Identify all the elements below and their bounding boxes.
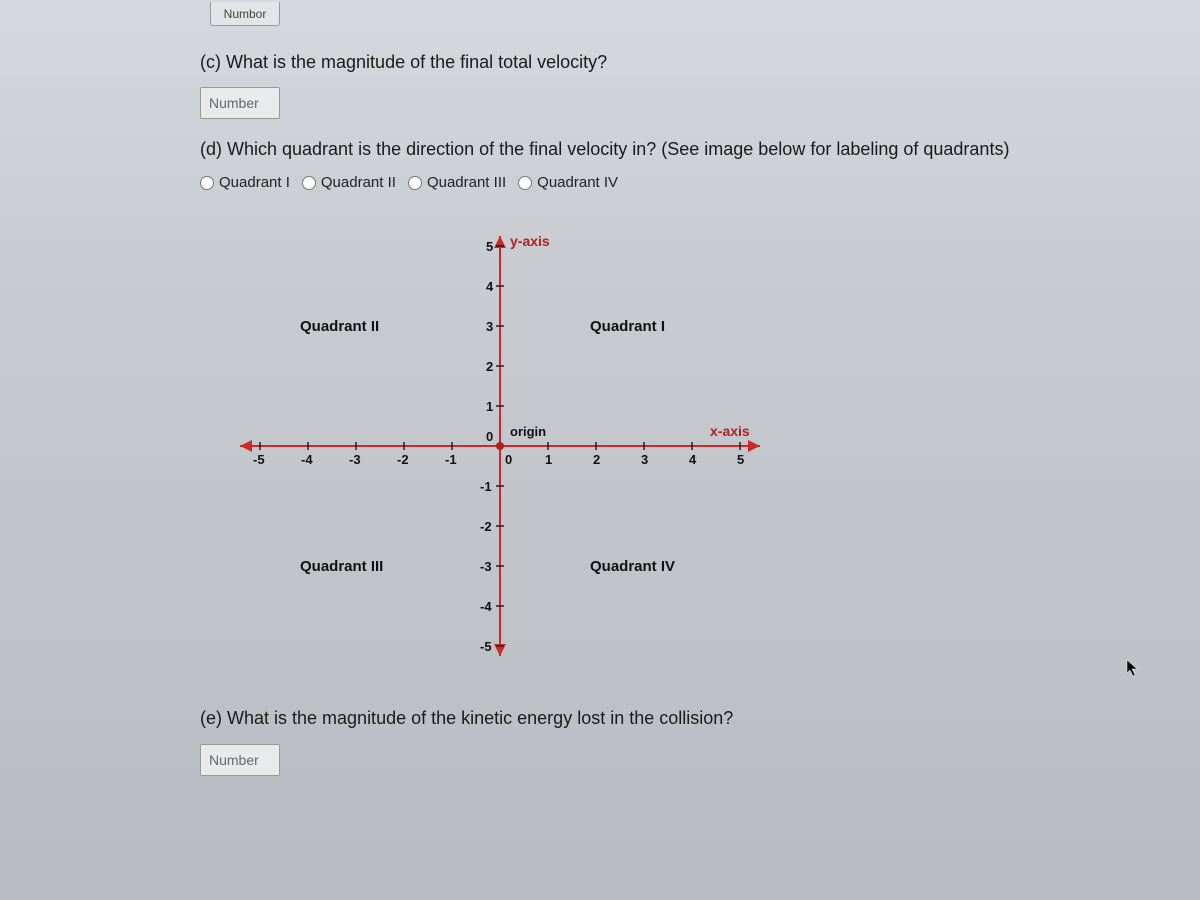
x-tick-4: 4 xyxy=(689,452,697,467)
radio-quadrant-1[interactable]: Quadrant I xyxy=(200,174,290,191)
radio-input-4[interactable] xyxy=(518,176,532,190)
radio-label-2: Quadrant II xyxy=(321,174,396,191)
y-tick-4: 4 xyxy=(486,279,494,294)
question-e-text: (e) What is the magnitude of the kinetic… xyxy=(200,706,1160,731)
x-tick--1: -1 xyxy=(445,452,457,467)
y-tick--5: -5 xyxy=(480,639,492,654)
radio-label-4: Quadrant IV xyxy=(537,174,618,191)
x-tick-2: 2 xyxy=(593,452,600,467)
quadrant-2-label: Quadrant II xyxy=(300,318,379,335)
y-tick-0-pos: 0 xyxy=(486,429,493,444)
radio-quadrant-3[interactable]: Quadrant III xyxy=(408,174,506,191)
radio-input-1[interactable] xyxy=(200,176,214,190)
quadrant-3-label: Quadrant III xyxy=(300,558,383,575)
x-tick-0: 0 xyxy=(505,452,512,467)
x-tick-5: 5 xyxy=(737,452,744,467)
clipped-input-top: Numbor xyxy=(210,2,280,26)
quadrant-chart: -5 -4 -3 -2 -1 0 1 2 3 4 5 5 4 3 2 1 0 -… xyxy=(220,216,780,676)
x-tick--5: -5 xyxy=(253,452,265,467)
radio-input-2[interactable] xyxy=(302,176,316,190)
x-axis-label: x-axis xyxy=(710,423,750,439)
radio-label-1: Quadrant I xyxy=(219,174,290,191)
y-tick-3: 3 xyxy=(486,319,493,334)
x-tick-1: 1 xyxy=(545,452,552,467)
y-tick-1: 1 xyxy=(486,399,493,414)
radio-label-3: Quadrant III xyxy=(427,174,506,191)
quadrant-4-label: Quadrant IV xyxy=(590,558,675,575)
y-tick-2: 2 xyxy=(486,359,493,374)
x-tick--3: -3 xyxy=(349,452,361,467)
y-tick--2: -2 xyxy=(480,519,492,534)
y-tick--3: -3 xyxy=(480,559,492,574)
x-tick--2: -2 xyxy=(397,452,409,467)
y-axis-label: y-axis xyxy=(510,233,550,249)
question-c-input[interactable] xyxy=(200,87,280,119)
radio-quadrant-2[interactable]: Quadrant II xyxy=(302,174,396,191)
y-tick--4: -4 xyxy=(480,599,492,614)
x-tick-3: 3 xyxy=(641,452,648,467)
radio-quadrant-4[interactable]: Quadrant IV xyxy=(518,174,618,191)
question-c-text: (c) What is the magnitude of the final t… xyxy=(200,50,1160,75)
question-d-text: (d) Which quadrant is the direction of t… xyxy=(200,137,1160,162)
origin-label: origin xyxy=(510,424,546,439)
cursor-icon xyxy=(1126,659,1140,680)
quadrant-radio-group: Quadrant I Quadrant II Quadrant III Quad… xyxy=(200,174,1160,191)
quadrant-1-label: Quadrant I xyxy=(590,318,665,335)
question-e-input[interactable] xyxy=(200,744,280,776)
y-tick-5: 5 xyxy=(486,239,493,254)
y-tick--1: -1 xyxy=(480,479,492,494)
radio-input-3[interactable] xyxy=(408,176,422,190)
x-tick--4: -4 xyxy=(301,452,313,467)
